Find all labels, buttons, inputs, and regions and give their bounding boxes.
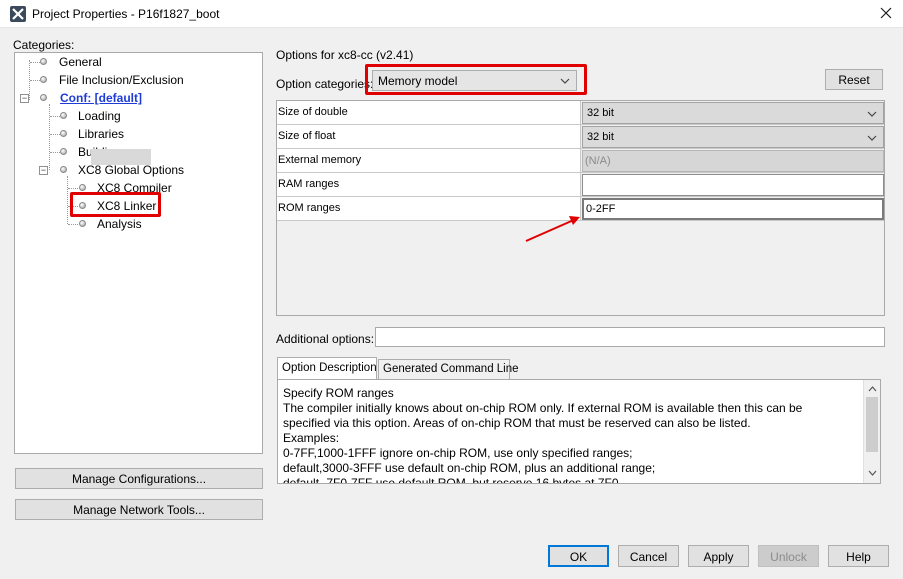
size-of-float-select[interactable]: 32 bit: [582, 126, 884, 148]
manage-network-tools-button[interactable]: Manage Network Tools...: [15, 499, 263, 520]
unlock-button: Unlock: [758, 545, 819, 567]
tree-selection-highlight: [91, 149, 151, 165]
external-memory-field: (N/A): [582, 150, 884, 172]
tree-connector: [49, 104, 50, 170]
description-scrollbar[interactable]: [863, 380, 880, 483]
description-line: 0-7FF,1000-1FFF ignore on-chip ROM, use …: [283, 446, 633, 460]
collapse-toggle-icon[interactable]: −: [39, 166, 48, 175]
tree-item-label: Loading: [78, 109, 121, 123]
tree-bullet-icon: [40, 94, 47, 101]
tree-bullet-icon: [79, 220, 86, 227]
tree-connector: [50, 116, 60, 117]
close-icon[interactable]: [879, 6, 893, 20]
description-line: Specify ROM ranges: [283, 386, 394, 400]
help-button[interactable]: Help: [828, 545, 889, 567]
option-description-text: Specify ROM ranges The compiler initiall…: [283, 386, 861, 484]
tree-bullet-icon: [79, 184, 86, 191]
tree-connector: [68, 224, 78, 225]
property-row-size-of-float: Size of float 32 bit: [277, 125, 884, 149]
property-value: 0-2FF: [586, 203, 616, 215]
property-row-ram-ranges: RAM ranges: [277, 173, 884, 197]
manage-configurations-button[interactable]: Manage Configurations...: [15, 468, 263, 489]
reset-button[interactable]: Reset: [825, 69, 883, 90]
categories-label: Categories:: [13, 38, 75, 52]
property-row-external-memory: External memory (N/A): [277, 149, 884, 173]
scroll-up-icon[interactable]: [868, 386, 877, 392]
ram-ranges-input[interactable]: [582, 174, 884, 196]
tree-item-label: File Inclusion/Exclusion: [59, 73, 184, 87]
chevron-down-icon: [867, 111, 877, 117]
title-bar: Project Properties - P16f1827_boot: [0, 0, 903, 28]
apply-button[interactable]: Apply: [688, 545, 749, 567]
tree-connector: [50, 152, 60, 153]
tree-item-label: Libraries: [78, 127, 125, 141]
description-line: default,-7F0-7FF use default ROM, but re…: [283, 476, 619, 484]
property-name: RAM ranges: [277, 173, 581, 196]
property-value: (N/A): [585, 155, 611, 167]
scroll-down-icon[interactable]: [868, 470, 877, 476]
description-line: The compiler initially knows about on-ch…: [283, 401, 803, 415]
window-title: Project Properties - P16f1827_boot: [32, 7, 220, 21]
option-description-panel: Specify ROM ranges The compiler initiall…: [277, 379, 881, 484]
highlight-box-option-categories: [365, 64, 587, 95]
tree-connector: [67, 176, 68, 224]
property-name: Size of double: [277, 101, 581, 124]
tree-connector: [68, 188, 78, 189]
rom-ranges-input[interactable]: 0-2FF: [582, 198, 884, 220]
property-name: Size of float: [277, 125, 581, 148]
cancel-button[interactable]: Cancel: [618, 545, 679, 567]
tree-bullet-icon: [60, 112, 67, 119]
property-name: External memory: [277, 149, 581, 172]
property-value: 32 bit: [587, 107, 614, 119]
tree-bullet-icon: [60, 130, 67, 137]
conf-link[interactable]: Conf: [default]: [60, 90, 142, 106]
collapse-toggle-icon[interactable]: −: [20, 94, 29, 103]
options-header: Options for xc8-cc (v2.41): [276, 48, 414, 62]
tree-connector: [50, 134, 60, 135]
tree-item-label: General: [59, 55, 102, 69]
highlight-box-xc8-linker: [70, 192, 161, 217]
tree-bullet-icon: [60, 166, 67, 173]
description-line: specified via this option. Areas of on-c…: [283, 416, 751, 430]
tree-item-label: Analysis: [97, 217, 142, 231]
ok-button[interactable]: OK: [548, 545, 609, 567]
description-line: Examples:: [283, 431, 340, 445]
tree-bullet-icon: [40, 76, 47, 83]
tree-bullet-icon: [60, 148, 67, 155]
categories-tree: [14, 52, 263, 454]
annotation-arrow-icon: [525, 216, 580, 242]
description-line: default,3000-3FFF use default on-chip RO…: [283, 461, 656, 475]
additional-options-label: Additional options:: [276, 332, 375, 346]
tab-option-description[interactable]: Option Description: [277, 357, 377, 380]
property-row-size-of-double: Size of double 32 bit: [277, 101, 884, 125]
scrollbar-thumb[interactable]: [866, 397, 878, 452]
tree-bullet-icon: [40, 58, 47, 65]
property-value: 32 bit: [587, 131, 614, 143]
app-icon: [10, 6, 26, 22]
tab-generated-command-line[interactable]: Generated Command Line: [378, 359, 519, 379]
option-categories-label: Option categories:: [276, 77, 374, 91]
chevron-down-icon: [867, 135, 877, 141]
additional-options-input[interactable]: [375, 327, 885, 347]
size-of-double-select[interactable]: 32 bit: [582, 102, 884, 124]
